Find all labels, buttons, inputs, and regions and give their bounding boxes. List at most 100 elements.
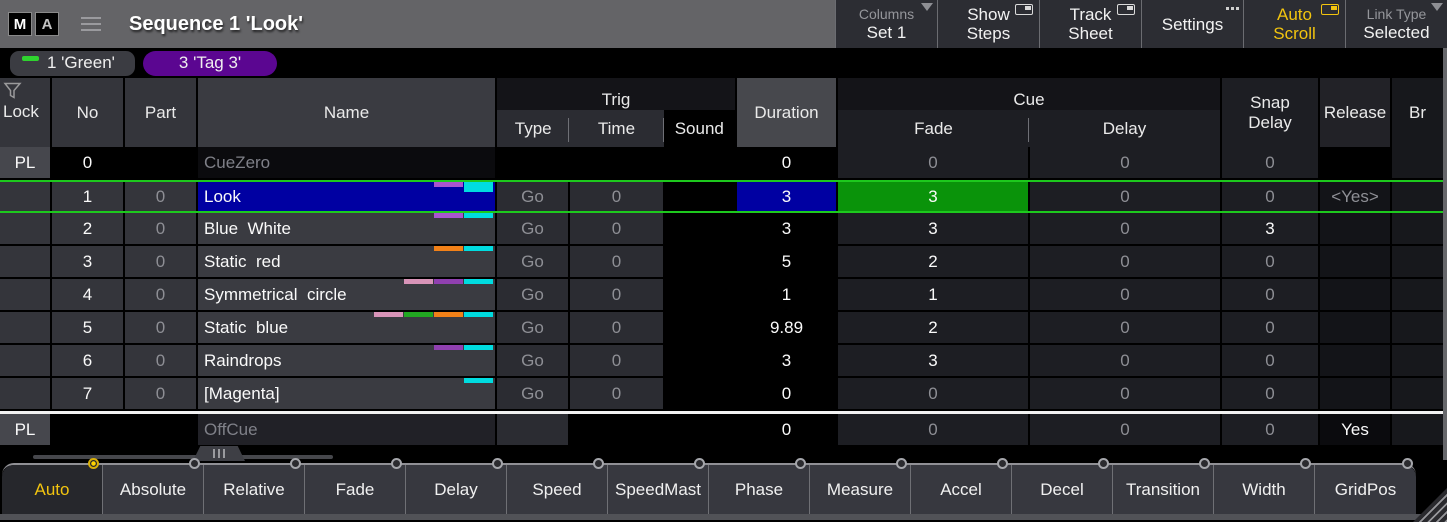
encoder-button-gridpos[interactable]: GridPos: [1315, 465, 1416, 514]
cell-part[interactable]: [125, 147, 198, 178]
cell-snap[interactable]: 3: [1222, 213, 1320, 244]
cell-name[interactable]: Static red: [198, 246, 497, 277]
cell-release[interactable]: [1320, 147, 1392, 178]
cell-no[interactable]: 5: [52, 312, 125, 343]
cell-time[interactable]: 0: [570, 378, 665, 409]
encoder-button-relative[interactable]: Relative: [204, 465, 305, 514]
header-trig-time[interactable]: Time: [569, 110, 663, 147]
cell-name[interactable]: [Magenta]: [198, 378, 497, 409]
cell-duration[interactable]: 3: [737, 345, 838, 376]
cell-fade[interactable]: 3: [838, 213, 1030, 244]
cell-snap[interactable]: 0: [1222, 378, 1320, 409]
cell-time[interactable]: 0: [570, 345, 665, 376]
cell-br[interactable]: [1392, 246, 1443, 277]
cell-time[interactable]: 0: [570, 213, 665, 244]
cell-time[interactable]: 0: [570, 312, 665, 343]
cell-fade[interactable]: 2: [838, 246, 1030, 277]
cell-delay[interactable]: 0: [1030, 414, 1222, 445]
cell-part[interactable]: 0: [125, 246, 198, 277]
encoder-button-speedmast[interactable]: SpeedMast: [608, 465, 709, 514]
cell-snap[interactable]: 0: [1222, 345, 1320, 376]
cell-part[interactable]: 0: [125, 312, 198, 343]
cell-lock[interactable]: [0, 213, 52, 244]
cell-sound[interactable]: [665, 279, 737, 310]
cell-part[interactable]: 0: [125, 279, 198, 310]
cell-delay[interactable]: 0: [1030, 279, 1222, 310]
cell-delay[interactable]: 0: [1030, 378, 1222, 409]
cell-no[interactable]: 0: [52, 147, 125, 178]
cell-duration[interactable]: 9.89: [737, 312, 838, 343]
cell-time[interactable]: [570, 414, 665, 445]
list-icon[interactable]: [81, 17, 101, 31]
encoder-button-speed[interactable]: Speed: [507, 465, 608, 514]
header-snap-delay[interactable]: Snap Delay: [1222, 78, 1320, 147]
tag-chip-1[interactable]: 1 'Green': [10, 51, 135, 76]
cell-delay[interactable]: 0: [1030, 345, 1222, 376]
cell-duration[interactable]: 3: [737, 182, 838, 211]
tag-chip-2[interactable]: 3 'Tag 3': [143, 51, 277, 76]
titlebar-button-link-type[interactable]: Link TypeSelected: [1345, 0, 1447, 48]
cell-br[interactable]: [1392, 345, 1443, 376]
cell-sound[interactable]: [665, 246, 737, 277]
cell-snap[interactable]: 0: [1222, 414, 1320, 445]
header-no[interactable]: No: [52, 78, 125, 147]
cell-time[interactable]: 0: [570, 246, 665, 277]
header-cue-fade[interactable]: Fade: [838, 110, 1029, 147]
cell-release[interactable]: [1320, 312, 1392, 343]
cell-snap[interactable]: 0: [1222, 279, 1320, 310]
cell-release[interactable]: Yes: [1320, 414, 1392, 445]
cell-lock[interactable]: [0, 246, 52, 277]
cell-br[interactable]: [1392, 182, 1443, 211]
cell-no[interactable]: 1: [52, 182, 125, 211]
titlebar-button-columns[interactable]: ColumnsSet 1: [835, 0, 937, 48]
cell-sound[interactable]: [665, 345, 737, 376]
cell-lock[interactable]: [0, 345, 52, 376]
cell-br[interactable]: [1392, 414, 1443, 445]
header-trig-type[interactable]: Type: [497, 110, 569, 147]
encoder-button-accel[interactable]: Accel: [911, 465, 1012, 514]
cell-type[interactable]: Go: [497, 345, 570, 376]
cell-fade[interactable]: 1: [838, 279, 1030, 310]
encoder-button-absolute[interactable]: Absolute: [103, 465, 204, 514]
cell-lock[interactable]: [0, 378, 52, 409]
cell-name[interactable]: CueZero: [198, 147, 497, 178]
cell-no[interactable]: 3: [52, 246, 125, 277]
cell-release[interactable]: [1320, 378, 1392, 409]
cell-sound[interactable]: [665, 378, 737, 409]
cell-sound[interactable]: [665, 414, 737, 445]
encoder-button-measure[interactable]: Measure: [810, 465, 911, 514]
header-group-trig[interactable]: Trig Type Time Sound: [497, 78, 737, 147]
cell-lock[interactable]: [0, 182, 52, 211]
header-duration[interactable]: Duration: [737, 78, 838, 147]
cell-snap[interactable]: 0: [1222, 147, 1320, 178]
cell-sound[interactable]: [665, 312, 737, 343]
cell-br[interactable]: [1392, 279, 1443, 310]
cell-fade[interactable]: 3: [838, 182, 1030, 211]
cell-name[interactable]: Look: [198, 182, 497, 211]
cell-name[interactable]: OffCue: [198, 414, 497, 445]
header-trig-sound[interactable]: Sound: [664, 110, 735, 147]
cell-lock[interactable]: [0, 279, 52, 310]
cell-no[interactable]: 7: [52, 378, 125, 409]
cell-fade[interactable]: 0: [838, 414, 1030, 445]
cell-fade[interactable]: 0: [838, 378, 1030, 409]
encoder-button-auto[interactable]: Auto: [2, 465, 103, 514]
cell-type[interactable]: Go: [497, 246, 570, 277]
titlebar-button-show-steps[interactable]: ShowSteps: [937, 0, 1039, 48]
vertical-scrollbar[interactable]: [1443, 48, 1447, 460]
cell-release[interactable]: [1320, 345, 1392, 376]
cell-snap[interactable]: 0: [1222, 246, 1320, 277]
cell-lock[interactable]: PL: [0, 414, 52, 445]
header-name[interactable]: Name: [198, 78, 497, 147]
encoder-button-decel[interactable]: Decel: [1012, 465, 1113, 514]
cell-no[interactable]: [52, 414, 125, 445]
cell-name[interactable]: Raindrops: [198, 345, 497, 376]
cell-br[interactable]: [1392, 378, 1443, 409]
cell-snap[interactable]: 0: [1222, 182, 1320, 211]
cell-release[interactable]: [1320, 246, 1392, 277]
horizontal-scrollbar-handle[interactable]: [193, 446, 245, 461]
cell-time[interactable]: [570, 147, 665, 178]
cell-duration[interactable]: 0: [737, 414, 838, 445]
cell-time[interactable]: 0: [570, 182, 665, 211]
cell-delay[interactable]: 0: [1030, 246, 1222, 277]
